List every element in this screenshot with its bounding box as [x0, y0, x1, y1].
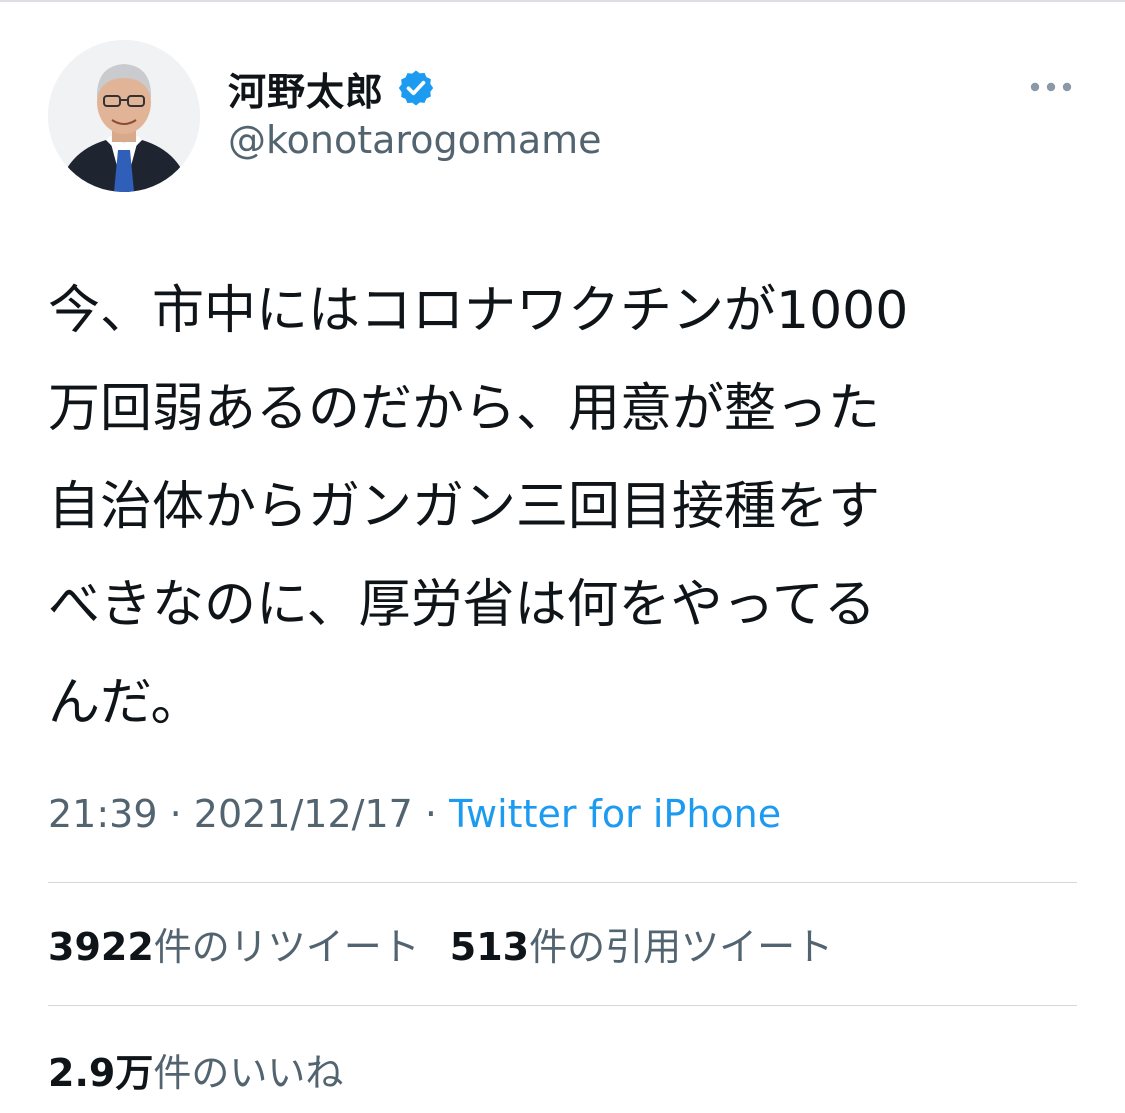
tweet-metadata: 21:39 · 2021/12/17 · Twitter for iPhone	[48, 792, 781, 836]
likes-count: 2.9万	[48, 1051, 154, 1095]
retweets-count: 3922	[48, 925, 154, 969]
tweet-time[interactable]: 21:39	[48, 792, 158, 836]
author-display-name: 河野太郎	[228, 69, 385, 114]
top-divider	[0, 0, 1125, 2]
author-name-row[interactable]: 河野太郎	[228, 62, 436, 114]
retweets-stat[interactable]: 3922件のリツイート	[48, 916, 420, 971]
divider	[48, 1005, 1077, 1006]
quotes-label: 件の引用ツイート	[529, 925, 834, 969]
tweet-text: 今、市中にはコロナワクチンが1000 万回弱あるのだから、用意が整った 自治体か…	[48, 281, 909, 733]
author-handle[interactable]: @konotarogomame	[228, 118, 602, 162]
quotes-stat[interactable]: 513件の引用ツイート	[450, 916, 833, 971]
avatar[interactable]	[48, 40, 200, 192]
likes-stat[interactable]: 2.9万件のいいね	[48, 1051, 343, 1095]
divider	[48, 882, 1077, 883]
meta-separator: ·	[169, 792, 182, 836]
tweet-source-link[interactable]: Twitter for iPhone	[449, 792, 781, 836]
meta-separator: ·	[424, 792, 438, 836]
quotes-count: 513	[449, 925, 530, 969]
likes-label: 件のいいね	[153, 1051, 344, 1095]
more-options-button[interactable]	[1026, 72, 1076, 102]
likes-stat-row: 2.9万件のいいね	[48, 1042, 343, 1097]
tweet-date[interactable]: 2021/12/17	[194, 792, 413, 836]
retweets-label: 件のリツイート	[153, 925, 420, 969]
more-horizontal-icon	[1030, 82, 1072, 92]
engagement-stats: 3922件のリツイート 513件の引用ツイート	[48, 916, 833, 971]
profile-photo	[48, 40, 200, 192]
verified-badge-icon	[398, 70, 434, 106]
